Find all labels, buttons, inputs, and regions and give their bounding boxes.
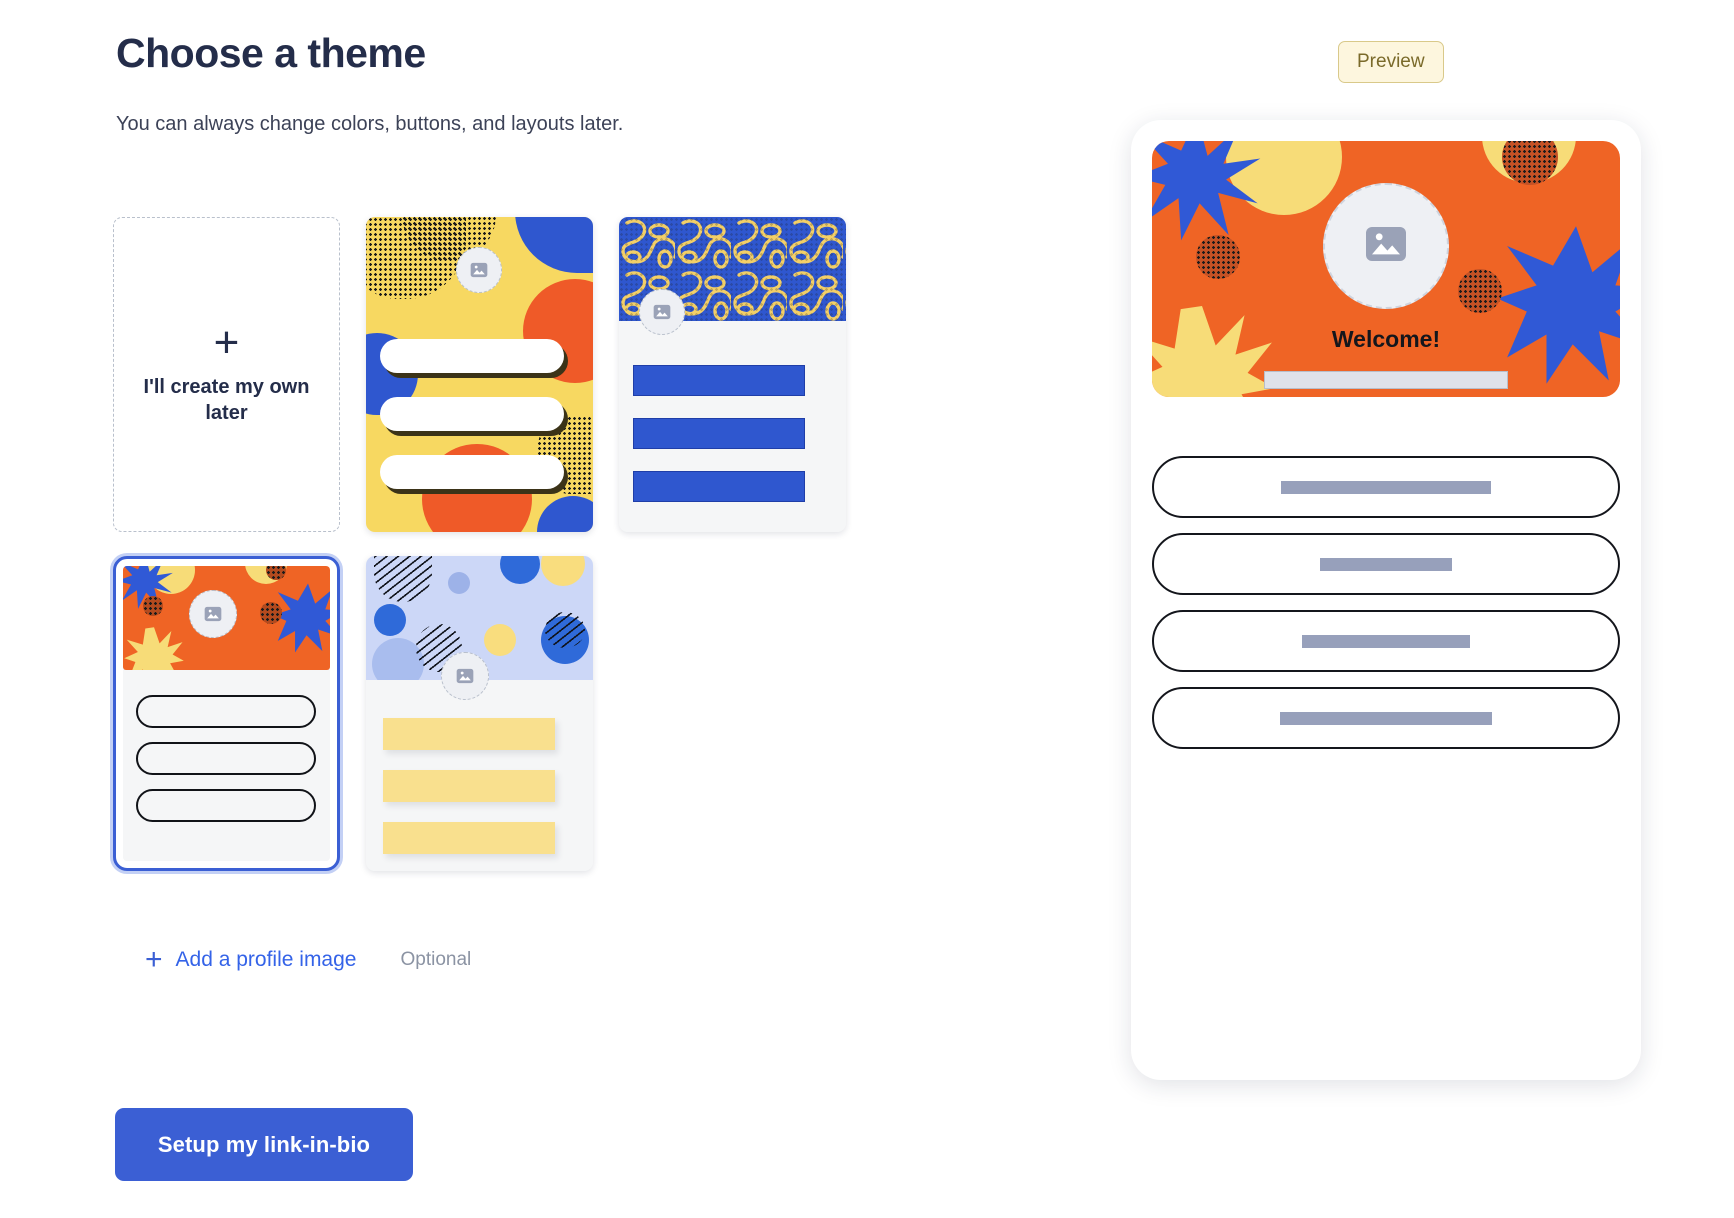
halftone-dot-circle (260, 602, 282, 624)
image-placeholder-icon (203, 604, 223, 624)
theme-card-body (366, 652, 593, 871)
theme-card-create-own-label: I'll create my own later (143, 375, 310, 424)
preview-links-list (1152, 456, 1620, 749)
theme-button-preview (383, 770, 555, 802)
preview-link-item[interactable] (1152, 687, 1620, 749)
setup-link-in-bio-button[interactable]: Setup my link-in-bio (115, 1108, 413, 1181)
add-profile-image-label: Add a profile image (175, 948, 357, 971)
theme-button-preview (633, 471, 805, 502)
theme-button-preview (383, 718, 555, 750)
theme-row (113, 556, 733, 871)
add-profile-image-optional-label: Optional (400, 949, 472, 970)
preview-link-item[interactable] (1152, 533, 1620, 595)
link-placeholder-bar (1280, 711, 1492, 725)
link-placeholder-bar (1320, 557, 1452, 571)
choose-theme-screen: Choose a theme You can always change col… (0, 0, 1734, 1218)
yellow-circle (541, 556, 585, 586)
theme-chooser-panel: Choose a theme You can always change col… (0, 0, 1000, 1218)
theme-card-preview (366, 217, 593, 532)
theme-card-banner (366, 217, 593, 532)
theme-card-lavender-dots[interactable] (366, 556, 593, 871)
image-placeholder-icon (1362, 220, 1410, 273)
blue-starburst (1152, 141, 1261, 241)
theme-button-preview (633, 418, 805, 449)
theme-card-body (619, 289, 846, 532)
preview-panel: Welcome! (1131, 120, 1641, 1080)
image-placeholder-icon (652, 302, 672, 322)
preview-url-bar (1264, 371, 1508, 389)
lavender-circle (448, 572, 470, 594)
theme-card-banner (123, 566, 330, 670)
theme-card-blue-squiggle[interactable] (619, 217, 846, 532)
theme-card-preview (123, 566, 330, 861)
preview-avatar[interactable] (1323, 183, 1449, 309)
yellow-sunburst (124, 627, 184, 670)
theme-button-preview (136, 695, 316, 728)
theme-card-preview (366, 556, 593, 871)
theme-button-preview (633, 365, 805, 396)
theme-card-body (123, 670, 330, 861)
avatar-placeholder (456, 247, 502, 293)
theme-card-create-own[interactable]: + I'll create my own later (113, 217, 340, 532)
theme-card-yellow-pop[interactable] (366, 217, 593, 532)
plus-icon: + (145, 943, 163, 976)
theme-button-preview (136, 742, 316, 775)
theme-card-preview (619, 217, 846, 532)
theme-button-preview (380, 455, 564, 489)
avatar-placeholder (189, 590, 237, 638)
preview-banner: Welcome! (1152, 141, 1620, 397)
link-placeholder-bar (1281, 480, 1491, 494)
blue-circle (374, 604, 406, 636)
hatch-circle (545, 612, 585, 648)
link-placeholder-bar (1302, 634, 1470, 648)
theme-card-orange-burst[interactable] (113, 556, 340, 871)
yellow-sunburst (1152, 306, 1275, 397)
theme-row: + I'll create my own later (113, 217, 846, 532)
avatar-placeholder (639, 289, 685, 335)
preview-welcome-text: Welcome! (1331, 326, 1441, 352)
blue-blob (537, 496, 593, 532)
halftone-dot-circle (1196, 235, 1240, 279)
avatar-placeholder (441, 652, 489, 700)
image-placeholder-icon (469, 260, 489, 280)
plus-icon: + (213, 317, 240, 367)
preview-link-item[interactable] (1152, 456, 1620, 518)
image-placeholder-icon (455, 666, 475, 686)
theme-button-preview (383, 822, 555, 854)
yellow-circle (484, 624, 516, 656)
theme-button-preview (380, 339, 564, 373)
page-title: Choose a theme (116, 30, 426, 76)
blue-circle (500, 556, 540, 584)
theme-button-preview (380, 397, 564, 431)
add-profile-image-button[interactable]: + Add a profile image Optional (145, 943, 472, 976)
halftone-dot-circle (266, 566, 286, 580)
blue-blob (515, 217, 593, 273)
preview-badge: Preview (1338, 41, 1444, 83)
preview-link-item[interactable] (1152, 610, 1620, 672)
halftone-dot-circle (143, 596, 163, 616)
blue-starburst (1497, 226, 1620, 384)
hatch-circle (374, 556, 432, 602)
halftone-dot-circle (1458, 269, 1502, 313)
theme-button-preview (136, 789, 316, 822)
theme-grid: + I'll create my own later (113, 217, 846, 895)
page-subtitle: You can always change colors, buttons, a… (116, 113, 624, 135)
